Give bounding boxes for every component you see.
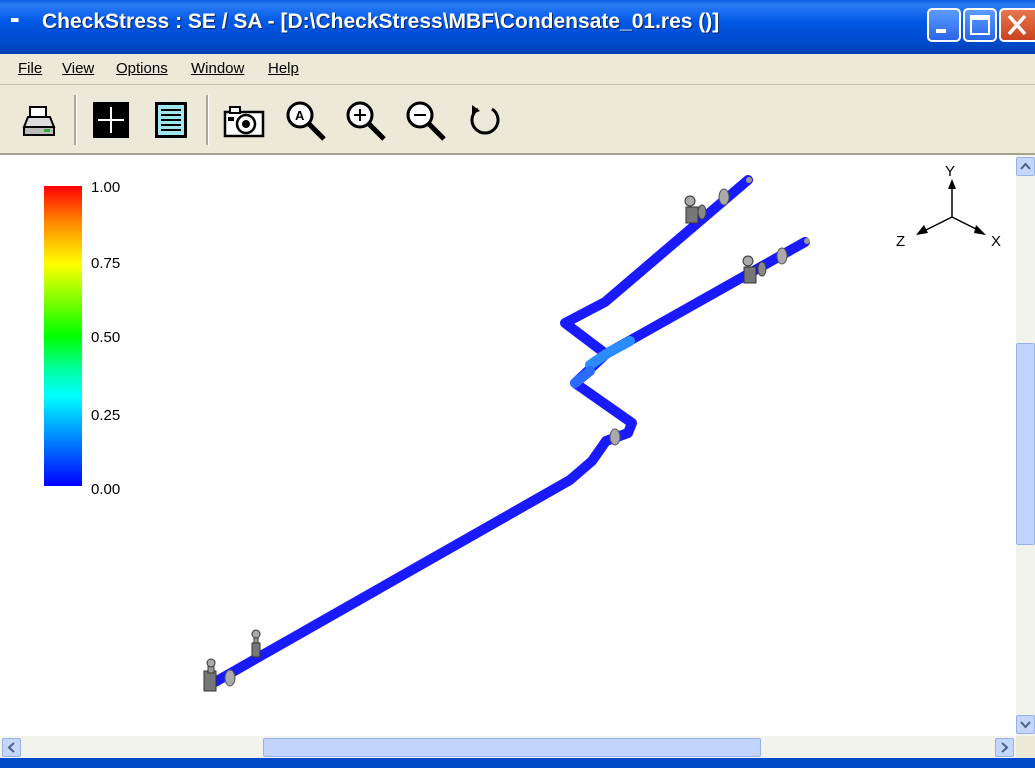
crosshair-button[interactable] bbox=[90, 99, 132, 141]
scroll-right-button[interactable] bbox=[995, 738, 1014, 757]
rotate-icon bbox=[470, 105, 500, 135]
app-window: ▪▪ CheckStress : SE / SA - [D:\CheckStre… bbox=[0, 0, 1035, 768]
app-icon: ▪▪ bbox=[10, 12, 19, 29]
resize-grip[interactable] bbox=[1016, 736, 1035, 758]
close-icon bbox=[1007, 14, 1027, 36]
scroll-down-button[interactable] bbox=[1016, 715, 1035, 734]
maximize-icon bbox=[970, 15, 990, 35]
vent-fitting bbox=[251, 629, 261, 658]
zoom-auto-button[interactable]: A bbox=[284, 99, 326, 141]
chevron-right-icon bbox=[1001, 742, 1009, 753]
title-bar[interactable]: ▪▪ CheckStress : SE / SA - [D:\CheckStre… bbox=[0, 0, 1035, 54]
toolbar-separator bbox=[74, 95, 77, 145]
chevron-left-icon bbox=[7, 742, 15, 753]
flange-elbow bbox=[609, 428, 621, 446]
close-button[interactable] bbox=[999, 8, 1035, 42]
chevron-down-icon bbox=[1020, 721, 1031, 729]
maximize-button[interactable] bbox=[963, 8, 997, 42]
window-bottom-border bbox=[0, 758, 1035, 768]
print-button[interactable] bbox=[16, 99, 58, 141]
print-icon bbox=[22, 106, 56, 136]
menu-bar: File View Options Window Help bbox=[0, 54, 1035, 85]
scroll-left-button[interactable] bbox=[2, 738, 21, 757]
minimize-icon bbox=[936, 29, 946, 33]
zoom-in-button[interactable] bbox=[344, 99, 386, 141]
menu-window[interactable]: Window bbox=[191, 60, 244, 77]
crosshair-icon bbox=[93, 102, 129, 138]
menu-file[interactable]: File bbox=[18, 60, 42, 77]
zoom-out-icon bbox=[406, 101, 446, 141]
vertical-scrollbar[interactable] bbox=[1016, 155, 1035, 736]
toolbar-separator bbox=[206, 95, 209, 145]
horizontal-scrollbar[interactable] bbox=[0, 736, 1016, 758]
model-viewport[interactable]: 1.00 0.75 0.50 0.25 0.00 Y Z X bbox=[0, 155, 1016, 736]
snapshot-button[interactable] bbox=[222, 99, 265, 141]
rotate-button[interactable] bbox=[464, 99, 506, 141]
window-title: CheckStress : SE / SA - [D:\CheckStress\… bbox=[42, 10, 720, 33]
scroll-up-button[interactable] bbox=[1016, 157, 1035, 176]
camera-icon bbox=[223, 106, 265, 138]
zoom-out-button[interactable] bbox=[404, 99, 446, 141]
minimize-button[interactable] bbox=[927, 8, 961, 42]
pipe-model bbox=[203, 175, 810, 692]
menu-view[interactable]: View bbox=[62, 60, 94, 77]
menu-help[interactable]: Help bbox=[268, 60, 299, 77]
zoom-auto-icon: A bbox=[286, 101, 326, 141]
report-button[interactable] bbox=[150, 99, 192, 141]
toolbar: A bbox=[0, 85, 1035, 155]
horizontal-scroll-thumb[interactable] bbox=[263, 738, 761, 757]
pipe-branch-run bbox=[601, 237, 810, 359]
pipe-stress-region bbox=[570, 366, 595, 388]
vertical-scroll-thumb[interactable] bbox=[1016, 343, 1035, 545]
pipe-main-run bbox=[210, 175, 753, 687]
menu-options[interactable]: Options bbox=[116, 60, 168, 77]
svg-text:A: A bbox=[295, 108, 305, 123]
zoom-in-icon bbox=[346, 101, 386, 141]
chevron-up-icon bbox=[1020, 162, 1031, 170]
document-icon bbox=[155, 102, 187, 138]
